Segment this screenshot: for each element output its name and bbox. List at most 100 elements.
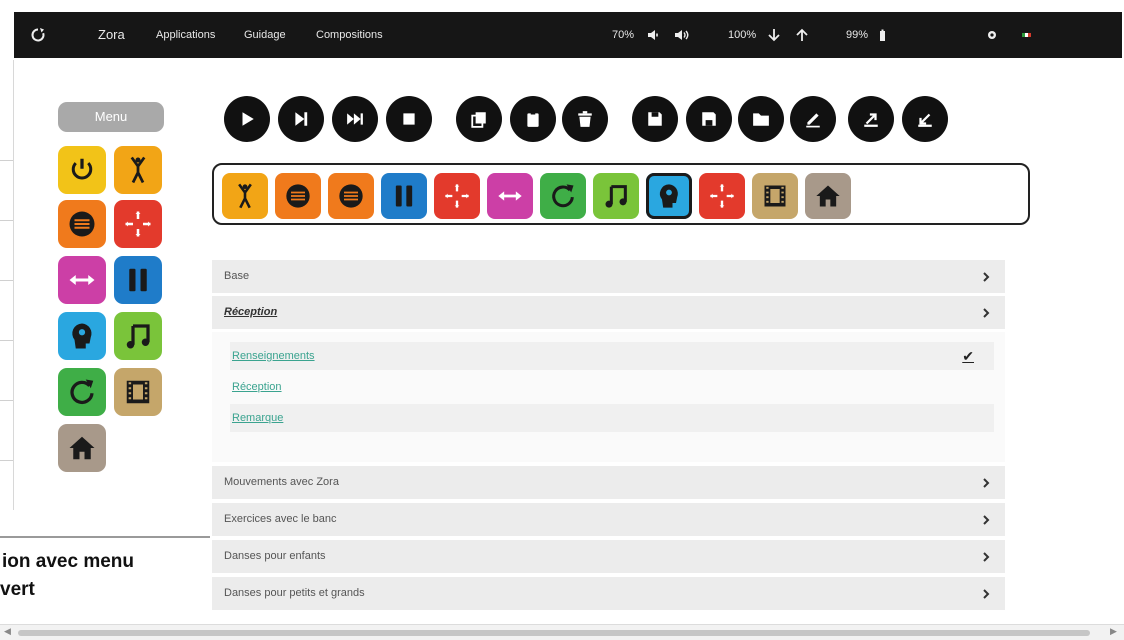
composition-tile-horizontal-arrows[interactable] — [487, 173, 533, 219]
accordion-section[interactable]: Danses pour enfants — [212, 540, 1005, 573]
caption-divider — [0, 536, 210, 538]
accordion-section[interactable]: Mouvements avec Zora — [212, 466, 1005, 499]
composition-tile-move-arrows[interactable] — [699, 173, 745, 219]
speech-icon — [67, 209, 97, 239]
move-arrows-icon — [708, 182, 736, 210]
accordion-section-label: Danses pour petits et grands — [224, 587, 365, 599]
stop-button[interactable] — [386, 96, 432, 142]
menu-tile-film[interactable] — [114, 368, 162, 416]
caption-line-2: vert — [0, 579, 35, 600]
menu-tile-horizontal-arrows[interactable] — [58, 256, 106, 304]
accordion-section[interactable]: Danses pour petits et grands — [212, 577, 1005, 610]
composition-tile-music-note[interactable] — [593, 173, 639, 219]
nav-applications[interactable]: Applications — [156, 12, 215, 58]
menu-tile-pause[interactable] — [114, 256, 162, 304]
export-button[interactable] — [848, 96, 894, 142]
speech-icon — [284, 182, 312, 210]
refresh-icon[interactable] — [30, 27, 46, 43]
menu-label[interactable]: Menu — [58, 102, 164, 132]
horizontal-arrows-icon — [496, 182, 524, 210]
arrow-down-icon[interactable] — [766, 27, 782, 43]
composition-tile-speech[interactable] — [275, 173, 321, 219]
copy-button[interactable] — [456, 96, 502, 142]
head-idea-icon — [655, 182, 683, 210]
fast-forward-icon — [346, 110, 364, 128]
edit-icon — [804, 110, 822, 128]
composition-tile-pause[interactable] — [381, 173, 427, 219]
chevron-right-icon — [981, 466, 991, 499]
sub-item-label: Réception — [232, 381, 282, 393]
scroll-right-icon[interactable]: ▶ — [1110, 626, 1117, 637]
menu-tile-speech[interactable] — [58, 200, 106, 248]
horizontal-scrollbar[interactable]: ◀ ▶ — [0, 624, 1124, 640]
import-button[interactable] — [902, 96, 948, 142]
menu-tile-move-arrows[interactable] — [114, 200, 162, 248]
head-idea-icon — [67, 321, 97, 351]
top-navigation-bar: Zora Applications Guidage Compositions 7… — [14, 12, 1122, 58]
sub-item-remarque[interactable]: Remarque — [230, 404, 994, 432]
accordion-section-label: Mouvements avec Zora — [224, 476, 339, 488]
pause-icon — [123, 265, 153, 295]
save-button[interactable] — [632, 96, 678, 142]
language-flag-icon[interactable] — [1018, 27, 1034, 43]
paste-button[interactable] — [510, 96, 556, 142]
open-folder-button[interactable] — [738, 96, 784, 142]
sub-item-label: Renseignements — [232, 350, 315, 362]
menu-tile-home[interactable] — [58, 424, 106, 472]
volume-up-icon[interactable] — [674, 27, 690, 43]
page-edge — [0, 60, 14, 510]
chevron-right-icon — [981, 540, 991, 573]
scroll-left-icon[interactable]: ◀ — [4, 626, 11, 637]
trash-button[interactable] — [562, 96, 608, 142]
composition-tile-stretch-figure[interactable] — [222, 173, 268, 219]
horizontal-arrows-icon — [67, 265, 97, 295]
film-icon — [761, 182, 789, 210]
scrollbar-thumb[interactable] — [18, 630, 1090, 636]
nav-compositions[interactable]: Compositions — [316, 12, 383, 58]
app-brand[interactable]: Zora — [98, 12, 125, 58]
sub-item-reception[interactable]: Réception — [230, 373, 994, 401]
fast-forward-button[interactable] — [332, 96, 378, 142]
play-button[interactable] — [224, 96, 270, 142]
checkmark-icon: ✔ — [962, 348, 974, 364]
composition-tile-home[interactable] — [805, 173, 851, 219]
accordion-section-label: Danses pour enfants — [224, 550, 326, 562]
home-icon — [67, 433, 97, 463]
nav-guidage[interactable]: Guidage — [244, 12, 286, 58]
sub-item-renseignements[interactable]: Renseignements ✔ — [230, 342, 994, 370]
save-icon — [646, 110, 664, 128]
menu-tile-repeat[interactable] — [58, 368, 106, 416]
composition-tile-repeat[interactable] — [540, 173, 586, 219]
pause-icon — [390, 182, 418, 210]
speech-icon — [337, 182, 365, 210]
battery-icon — [874, 27, 890, 43]
volume-down-icon[interactable] — [646, 27, 662, 43]
next-button[interactable] — [278, 96, 324, 142]
composition-tile-speech[interactable] — [328, 173, 374, 219]
composition-tile-move-arrows[interactable] — [434, 173, 480, 219]
composition-tile-head-idea[interactable] — [646, 173, 692, 219]
trash-icon — [576, 110, 594, 128]
accordion-section[interactable]: Exercices avec le banc — [212, 503, 1005, 536]
save-as-button[interactable] — [686, 96, 732, 142]
battery-level: 99% — [846, 29, 869, 41]
move-arrows-icon — [443, 182, 471, 210]
edit-button[interactable] — [790, 96, 836, 142]
repeat-icon — [549, 182, 577, 210]
accordion-reception[interactable]: Réception — [212, 296, 1005, 329]
menu-tile-music-note[interactable] — [114, 312, 162, 360]
menu-tile-power[interactable] — [58, 146, 106, 194]
settings-gear-icon[interactable] — [984, 27, 1000, 43]
chevron-right-icon — [981, 260, 991, 293]
save-as-icon — [700, 110, 718, 128]
composition-tile-film[interactable] — [752, 173, 798, 219]
chevron-right-icon — [981, 577, 991, 610]
stretch-figure-icon — [123, 155, 153, 185]
menu-tile-stretch-figure[interactable] — [114, 146, 162, 194]
copy-icon — [470, 110, 488, 128]
accordion-base[interactable]: Base — [212, 260, 1005, 293]
open-folder-icon — [752, 110, 770, 128]
menu-tile-head-idea[interactable] — [58, 312, 106, 360]
music-note-icon — [602, 182, 630, 210]
arrow-up-icon[interactable] — [794, 27, 810, 43]
